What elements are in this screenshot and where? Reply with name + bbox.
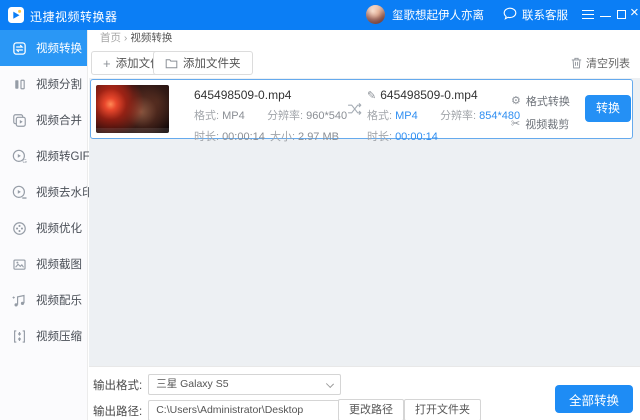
source-duration-label: 时长: xyxy=(194,131,219,143)
video-optimize-icon xyxy=(11,220,28,237)
row-options: ⚙ 格式转换 ✂ 视频裁剪 xyxy=(511,93,570,139)
title-bar: 迅捷视频转换器 玺歌想起伊人亦离 联系客服 × xyxy=(0,0,640,30)
video-watermark-remove-icon xyxy=(11,184,28,201)
sidebar-item-label: 视频转GIF xyxy=(36,148,90,164)
sidebar-item-video-screenshot[interactable]: 视频截图 xyxy=(0,246,87,282)
maximize-icon[interactable] xyxy=(617,10,626,19)
sidebar-item-label: 视频压缩 xyxy=(36,328,82,344)
sidebar-item-label: 视频配乐 xyxy=(36,292,82,308)
video-convert-icon xyxy=(11,40,28,57)
close-icon[interactable]: × xyxy=(630,5,640,20)
source-size-label: 大小: xyxy=(270,131,295,143)
sidebar-item-video-split[interactable]: 视频分割 xyxy=(0,66,87,102)
clear-list-label: 清空列表 xyxy=(586,55,630,71)
menu-icon[interactable] xyxy=(582,10,594,19)
change-path-button[interactable]: 更改路径 xyxy=(338,399,404,420)
add-folder-button[interactable]: 添加文件夹 xyxy=(153,51,253,75)
output-path-field-label: 输出路径: xyxy=(93,403,142,419)
user-account[interactable]: 玺歌想起伊人亦离 xyxy=(366,5,484,24)
app-window: 迅捷视频转换器 玺歌想起伊人亦离 联系客服 × 视频转换 视频分割 视频合并 xyxy=(0,0,640,420)
user-avatar[interactable] xyxy=(366,5,385,24)
file-row[interactable]: 645498509-0.mp4 格式:MP4 分辨率:960*540 时长:00… xyxy=(90,79,633,139)
sidebar-item-label: 视频转换 xyxy=(36,40,82,56)
sidebar-item-video-music[interactable]: 视频配乐 xyxy=(0,282,87,318)
video-crop-label: 视频裁剪 xyxy=(525,116,569,132)
video-compress-icon xyxy=(11,328,28,345)
output-format-value[interactable]: MP4 xyxy=(395,110,418,122)
add-folder-label: 添加文件夹 xyxy=(183,55,241,71)
output-file-info: ✎645498509-0.mp4 格式:MP4 分辨率:854*480 时长:0… xyxy=(367,88,520,144)
video-screenshot-icon xyxy=(11,256,28,273)
output-file-name[interactable]: 645498509-0.mp4 xyxy=(380,88,477,102)
contact-service-label: 联系客服 xyxy=(522,7,568,23)
svg-text:G: G xyxy=(22,158,27,164)
video-split-icon xyxy=(11,76,28,93)
output-duration-value[interactable]: 00:00:14 xyxy=(395,131,438,143)
breadcrumb: 首页 › 视频转换 xyxy=(89,30,640,47)
format-convert-label: 格式转换 xyxy=(526,93,570,109)
sidebar-item-video-optimize[interactable]: 视频优化 xyxy=(0,210,87,246)
contact-service-button[interactable]: 联系客服 xyxy=(503,7,568,23)
app-logo: 迅捷视频转换器 xyxy=(8,7,118,26)
main-area: 首页 › 视频转换 + 添加文件 添加文件夹 清空列表 xyxy=(89,30,640,420)
sidebar-item-video-convert[interactable]: 视频转换 xyxy=(0,30,87,66)
chat-bubble-icon xyxy=(503,7,517,23)
source-resolution-value: 960*540 xyxy=(306,110,347,122)
scissors-icon: ✂ xyxy=(511,119,520,130)
output-format-selected-value: 三星 Galaxy S5 xyxy=(156,378,228,390)
format-convert-option[interactable]: ⚙ 格式转换 xyxy=(511,93,570,109)
convert-arrows-icon xyxy=(347,102,363,119)
edit-pencil-icon[interactable]: ✎ xyxy=(367,90,376,102)
sidebar-item-label: 视频分割 xyxy=(36,76,82,92)
sidebar-item-label: 视频去水印 xyxy=(36,184,94,200)
source-duration-value: 00:00:14 xyxy=(222,131,265,143)
source-file-info: 645498509-0.mp4 格式:MP4 分辨率:960*540 时长:00… xyxy=(194,88,347,144)
output-format-select[interactable]: 三星 Galaxy S5 xyxy=(148,374,341,395)
sidebar-item-label: 视频优化 xyxy=(36,220,82,236)
source-resolution-label: 分辨率: xyxy=(267,110,303,122)
file-list-panel: 645498509-0.mp4 格式:MP4 分辨率:960*540 时长:00… xyxy=(89,78,640,366)
convert-button[interactable]: 转换 xyxy=(585,95,631,122)
app-title: 迅捷视频转换器 xyxy=(30,8,118,25)
convert-all-button[interactable]: 全部转换 xyxy=(555,385,633,413)
trash-icon xyxy=(571,57,582,69)
output-resolution-label: 分辨率: xyxy=(440,110,476,122)
folder-icon xyxy=(165,58,178,69)
chevron-down-icon xyxy=(326,380,334,388)
source-format-label: 格式: xyxy=(194,110,219,122)
sidebar-item-label: 视频合并 xyxy=(36,112,82,128)
toolbar: + 添加文件 添加文件夹 清空列表 xyxy=(89,47,640,78)
video-merge-icon xyxy=(11,112,28,129)
source-size-value: 2.97 MB xyxy=(298,131,339,143)
source-format-value: MP4 xyxy=(222,110,245,122)
breadcrumb-separator: › xyxy=(124,32,128,44)
app-logo-icon xyxy=(8,7,24,26)
open-folder-button[interactable]: 打开文件夹 xyxy=(404,399,481,420)
output-format-field-label: 输出格式: xyxy=(93,377,142,393)
output-duration-label: 时长: xyxy=(367,131,392,143)
gear-icon: ⚙ xyxy=(511,96,521,107)
sidebar-item-video-merge[interactable]: 视频合并 xyxy=(0,102,87,138)
sidebar-item-video-compress[interactable]: 视频压缩 xyxy=(0,318,87,354)
sidebar-item-video-watermark-remove[interactable]: 视频去水印 xyxy=(0,174,87,210)
clear-list-button[interactable]: 清空列表 xyxy=(571,55,630,71)
video-crop-option[interactable]: ✂ 视频裁剪 xyxy=(511,116,570,132)
source-file-name: 645498509-0.mp4 xyxy=(194,88,347,102)
video-thumbnail[interactable] xyxy=(96,85,169,133)
video-to-gif-icon: G xyxy=(11,148,28,165)
output-format-label: 格式: xyxy=(367,110,392,122)
sidebar: 视频转换 视频分割 视频合并 G 视频转GIF 视频去水印 视频优化 视频截图 xyxy=(0,30,88,420)
video-music-icon xyxy=(11,292,28,309)
output-path-input[interactable]: C:\Users\Administrator\Desktop xyxy=(148,400,341,420)
plus-icon: + xyxy=(103,57,111,70)
sidebar-item-video-to-gif[interactable]: G 视频转GIF xyxy=(0,138,87,174)
sidebar-item-label: 视频截图 xyxy=(36,256,82,272)
footer-bar: 输出格式: 三星 Galaxy S5 输出路径: C:\Users\Admini… xyxy=(89,366,640,420)
breadcrumb-current: 视频转换 xyxy=(130,32,172,44)
minimize-icon[interactable] xyxy=(600,16,611,17)
breadcrumb-home[interactable]: 首页 xyxy=(100,32,121,44)
user-name: 玺歌想起伊人亦离 xyxy=(392,7,484,23)
